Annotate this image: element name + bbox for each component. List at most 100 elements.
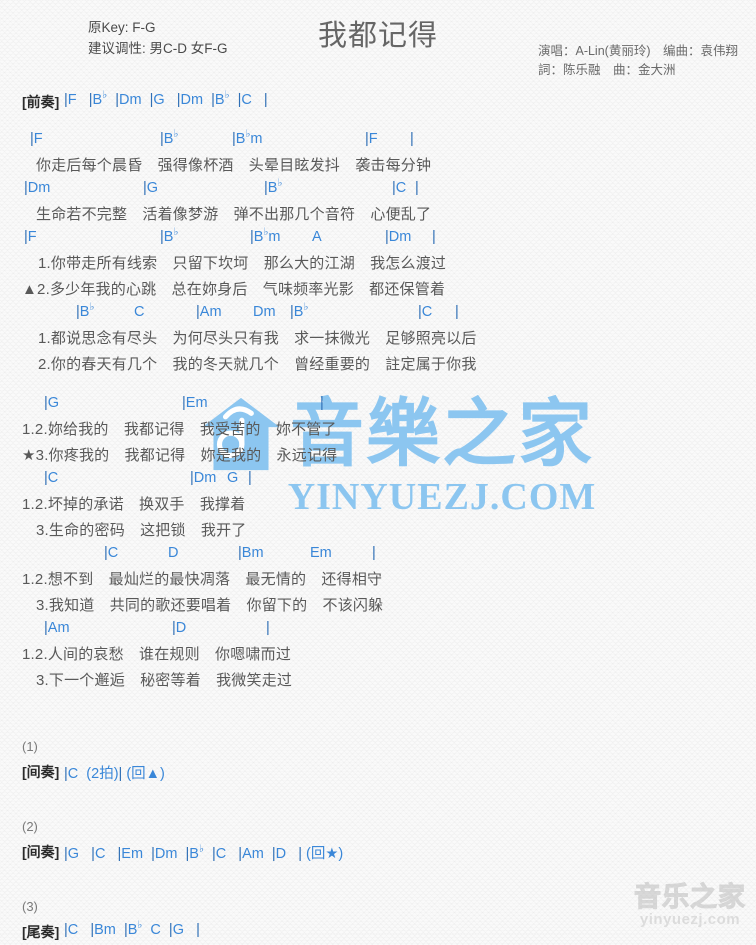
chord-row: |F |B♭ |B♭m |F |: [0, 129, 756, 154]
lyric-chorus-2-1-0: 3.生命的密码 这把锁 我开了: [36, 522, 247, 539]
ending-row: [间奏] |C (2拍)| (回▲): [0, 762, 756, 785]
chord-chorus-4-0: |Am: [44, 620, 70, 636]
ending-chords-1: |G |C |Em |Dm |B♭ |C |Am |D | (回★): [64, 844, 344, 862]
lyric-verse-2b-1-0: 2.你的春天有几个 我的冬天就几个 曾经重要的 註定属于你我: [38, 356, 477, 373]
chord-verse-1a-0: |F: [30, 131, 43, 147]
ending-number-2: (3): [22, 899, 38, 914]
chord-chorus-3-0: |C: [104, 545, 119, 561]
chord-chorus-1-1: |Em: [182, 395, 208, 411]
chord-chorus-1-0: |G: [44, 395, 60, 411]
lyric-chorus-2-0-0: 1.2.坏掉的承诺 换双手 我撑着: [22, 496, 246, 513]
chord-verse-2a-4: |Dm: [385, 229, 412, 245]
chord-verse-1a-2: |B♭m: [232, 129, 263, 147]
chord-chorus-2-3: |: [248, 470, 252, 486]
lyric-row: 3.生命的密码 这把锁 我开了: [0, 519, 756, 545]
lyric-row: 3.我知道 共同的歌还要唱着 你留下的 不该闪躲: [0, 594, 756, 620]
intro-label: [前奏]: [22, 94, 60, 110]
chord-verse-1b-1: |G: [143, 180, 159, 196]
chord-chorus-2-0: |C: [44, 470, 59, 486]
lyric-chorus-1-1-0: ★3.你疼我的 我都记得 妳是我的 永远记得: [22, 447, 338, 464]
lyric-row: 你走后每个晨昏 强得像杯酒 头晕目眩发抖 袭击每分钟: [0, 154, 756, 180]
lyric-chorus-3-1-0: 3.我知道 共同的歌还要唱着 你留下的 不该闪躲: [36, 597, 384, 614]
chord-verse-2b-5: |C: [418, 304, 433, 320]
lyric-verse-2a-0-0: 1.你带走所有线索 只留下坎坷 那么大的江湖 我怎么渡过: [38, 255, 447, 272]
chord-chorus-3-3: Em: [310, 545, 332, 561]
lyric-verse-2b-0-0: 1.都说思念有尽头 为何尽头只有我 求一抹微光 足够照亮以后: [38, 330, 477, 347]
chord-row: |C D |Bm Em |: [0, 545, 756, 568]
chord-sheet: 原Key: F-G 建议调性: 男C-D 女F-G 我都记得 演唱：A-Lin(…: [0, 0, 756, 940]
lyric-verse-2a-1-0: ▲2.多少年我的心跳 总在妳身后 气味频率光影 都还保管着: [22, 281, 446, 298]
ending-number-row: (3): [0, 899, 756, 922]
chord-verse-2a-0: |F: [24, 229, 37, 245]
ending-row: [间奏] |G |C |Em |Dm |B♭ |C |Am |D | (回★): [0, 842, 756, 865]
chord-verse-2b-3: Dm: [253, 304, 276, 320]
sheet-header: 原Key: F-G 建议调性: 男C-D 女F-G 我都记得 演唱：A-Lin(…: [0, 0, 756, 92]
ending-number-row: (1): [0, 739, 756, 762]
chord-row: |Dm |G |B♭ |C |: [0, 178, 756, 203]
lyric-row: 1.2.坏掉的承诺 换双手 我撑着: [0, 493, 756, 519]
lyric-row: 3.下一个邂逅 秘密等着 我微笑走过: [0, 669, 756, 695]
chord-verse-2b-2: |Am: [196, 304, 222, 320]
chord-row: |B♭ C |Am Dm |B♭ |C |: [0, 302, 756, 327]
chord-verse-1b-2: |B♭: [264, 178, 283, 196]
chord-row: |G |Em |: [0, 395, 756, 418]
chord-verse-1a-1: |B♭: [160, 129, 179, 147]
ending-number-0: (1): [22, 739, 38, 754]
chord-row: |Am |D |: [0, 620, 756, 643]
chord-body: [前奏] |F |B♭ |Dm |G |Dm |B♭ |C | |F |B♭ |B♭m |…: [0, 90, 756, 945]
chord-chorus-4-1: |D: [172, 620, 187, 636]
chord-verse-1a-4: |: [410, 131, 414, 147]
chord-chorus-2-1: |Dm: [190, 470, 217, 486]
lyric-row: 1.2.人间的哀愁 谁在规则 你嗯啸而过: [0, 643, 756, 669]
lyric-row: 1.2.想不到 最灿烂的最快凋落 最无情的 还得相守: [0, 568, 756, 594]
lyric-row: 1.都说思念有尽头 为何尽头只有我 求一抹微光 足够照亮以后: [0, 327, 756, 353]
ending-label-0: [间奏]: [22, 764, 60, 780]
chord-verse-2a-5: |: [432, 229, 436, 245]
credit-performer-arranger: 演唱：A-Lin(黄丽玲) 编曲：袁伟翔: [537, 44, 738, 58]
lyric-row: 1.2.妳给我的 我都记得 我受苦的 妳不管了: [0, 418, 756, 444]
intro-chords: |F |B♭ |Dm |G |Dm |B♭ |C |: [64, 90, 268, 108]
lyric-chorus-3-0-0: 1.2.想不到 最灿烂的最快凋落 最无情的 还得相守: [22, 571, 383, 588]
chord-chorus-3-2: |Bm: [238, 545, 264, 561]
chord-verse-2b-0: |B♭: [76, 302, 95, 320]
intro-row: [前奏] |F |B♭ |Dm |G |Dm |B♭ |C |: [0, 90, 756, 115]
lyric-row: 生命若不完整 活着像梦游 弹不出那几个音符 心便乱了: [0, 203, 756, 229]
ending-chords-2: |C |Bm |B♭ C |G |: [64, 920, 200, 938]
ending-chords-0: |C (2拍)| (回▲): [64, 766, 165, 782]
chord-verse-2a-3: A: [312, 229, 322, 245]
chord-chorus-3-1: D: [168, 545, 179, 561]
credit-lyricist-composer: 詞：陈乐融 曲：金大洲: [537, 63, 676, 78]
chord-row: |C |Dm G |: [0, 470, 756, 493]
chord-chorus-1-2: |: [320, 395, 324, 411]
chord-chorus-2-2: G: [227, 470, 239, 486]
chord-verse-2b-4: |B♭: [290, 302, 309, 320]
lyric-chorus-4-1-0: 3.下一个邂逅 秘密等着 我微笑走过: [36, 672, 293, 689]
lyric-row: ★3.你疼我的 我都记得 妳是我的 永远记得: [0, 444, 756, 470]
lyric-row: 1.你带走所有线索 只留下坎坷 那么大的江湖 我怎么渡过: [0, 252, 756, 278]
lyric-verse-1b-0-0: 生命若不完整 活着像梦游 弹不出那几个音符 心便乱了: [36, 206, 432, 223]
lyric-verse-1a-0-0: 你走后每个晨昏 强得像杯酒 头晕目眩发抖 袭击每分钟: [36, 157, 432, 174]
lyric-row: ▲2.多少年我的心跳 总在妳身后 气味频率光影 都还保管着: [0, 278, 756, 304]
chord-verse-1b-4: |: [415, 180, 419, 196]
ending-label-2: [尾奏]: [22, 924, 60, 940]
credits: 演唱：A-Lin(黄丽玲) 编曲：袁伟翔 詞：陈乐融 曲：金大洲: [538, 42, 738, 81]
ending-number-1: (2): [22, 819, 38, 834]
chord-verse-1b-0: |Dm: [24, 180, 51, 196]
chord-verse-2b-6: |: [455, 304, 459, 320]
chord-chorus-4-2: |: [266, 620, 270, 636]
chord-verse-1a-3: |F: [365, 131, 378, 147]
lyric-chorus-1-0-0: 1.2.妳给我的 我都记得 我受苦的 妳不管了: [22, 421, 337, 438]
chord-verse-2a-2: |B♭m: [250, 227, 281, 245]
ending-number-row: (2): [0, 819, 756, 842]
chord-chorus-3-4: |: [372, 545, 376, 561]
ending-label-1: [间奏]: [22, 844, 60, 860]
lyric-chorus-4-0-0: 1.2.人间的哀愁 谁在规则 你嗯啸而过: [22, 646, 292, 663]
lyric-row: 2.你的春天有几个 我的冬天就几个 曾经重要的 註定属于你我: [0, 353, 756, 379]
chord-verse-2b-1: C: [134, 304, 145, 320]
chord-row: |F |B♭ |B♭m A |Dm |: [0, 227, 756, 252]
